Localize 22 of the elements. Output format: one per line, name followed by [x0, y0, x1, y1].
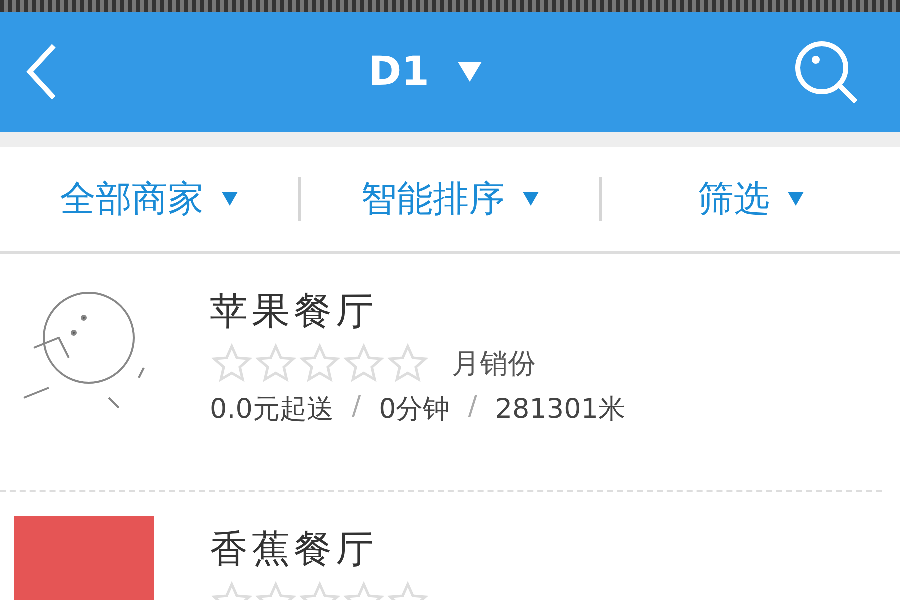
back-icon[interactable] — [24, 42, 58, 102]
caret-icon — [523, 192, 539, 206]
star-icon — [254, 343, 298, 385]
restaurant-name[interactable]: 香蕉餐厅 — [210, 524, 430, 575]
location-title[interactable]: D1 — [368, 49, 430, 95]
caret-icon — [788, 192, 804, 206]
separator: / — [468, 391, 478, 424]
delivery-time: 0分钟 — [379, 393, 450, 427]
star-icon — [342, 343, 386, 385]
caret-icon — [222, 192, 238, 206]
separator: / — [352, 391, 362, 424]
filter-dropdown[interactable]: 智能排序 — [301, 174, 599, 224]
filter-dropdown[interactable]: 筛选 — [602, 174, 900, 224]
monthly-sales-label: 月销份 — [452, 346, 536, 382]
star-icon — [210, 343, 254, 385]
filter-dropdown[interactable]: 全部商家 — [0, 174, 298, 224]
minimum-order: 0.0元起送 — [210, 393, 334, 427]
restaurant-name[interactable]: 苹果餐厅 — [210, 286, 626, 337]
star-icon — [298, 343, 342, 385]
distance: 281301米 — [495, 393, 626, 427]
dropdown-caret-icon[interactable] — [458, 62, 482, 82]
star-icon — [386, 343, 430, 385]
